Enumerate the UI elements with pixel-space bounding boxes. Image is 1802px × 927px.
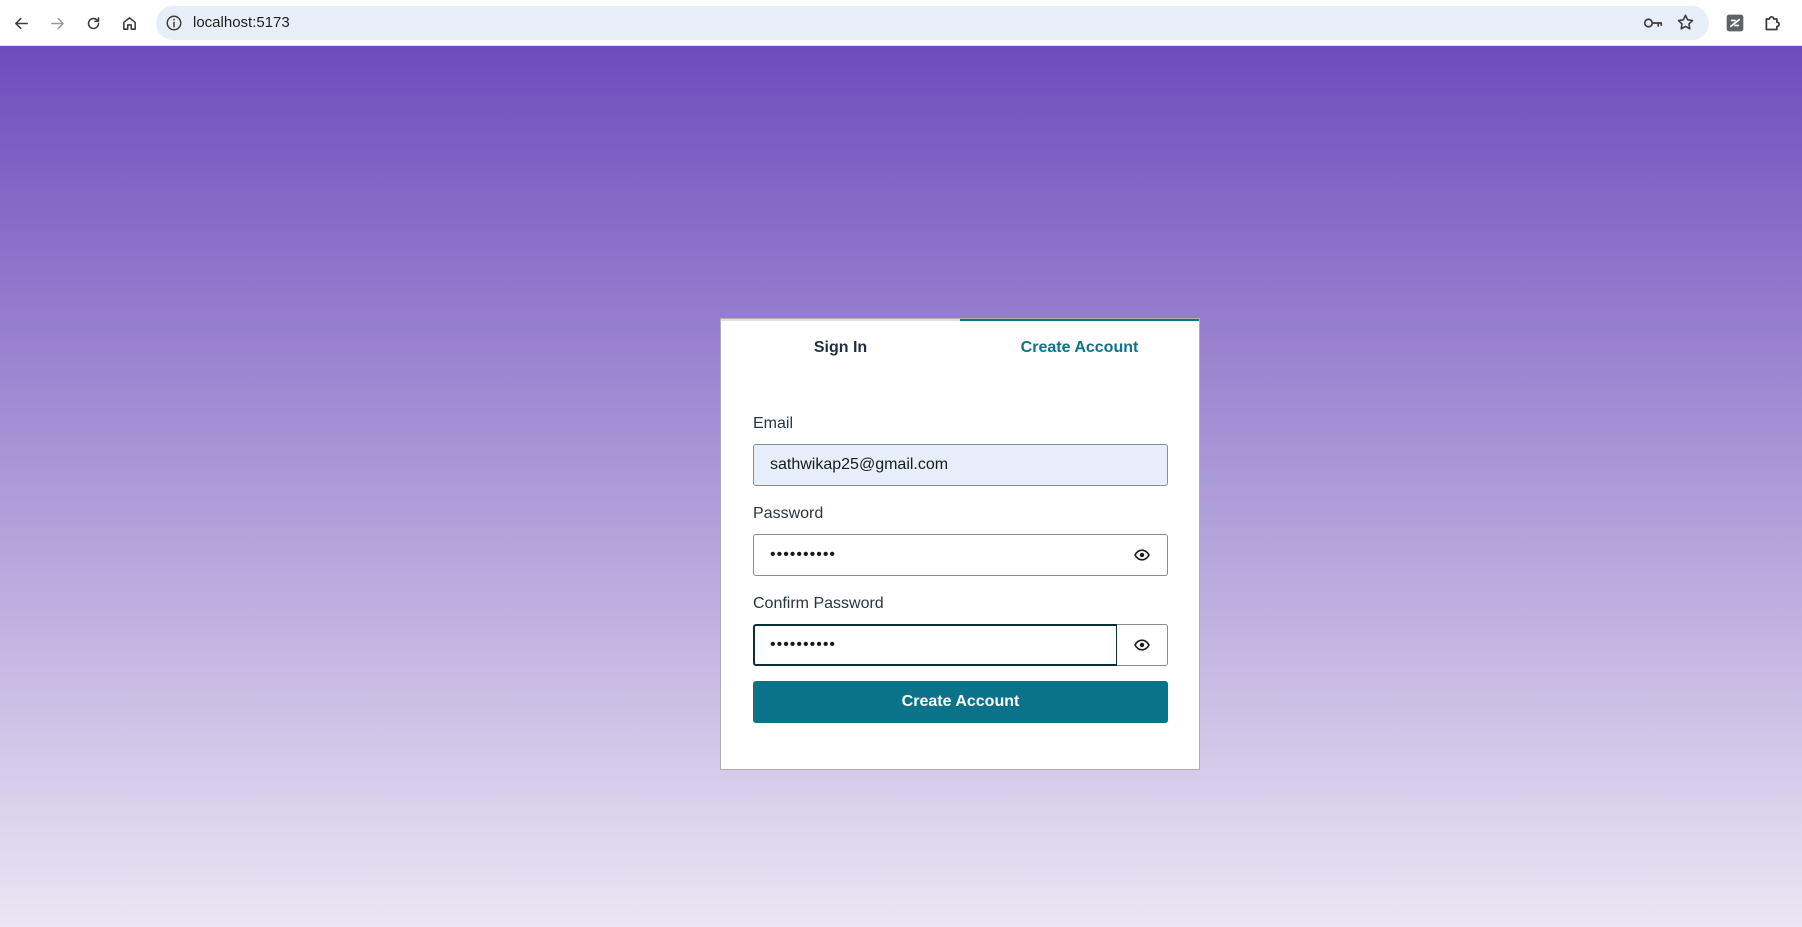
confirm-password-label: Confirm Password — [753, 595, 884, 612]
toggle-confirm-password-visibility-button[interactable] — [1117, 624, 1168, 666]
forward-button[interactable] — [43, 9, 71, 37]
home-icon — [122, 16, 136, 30]
browser-toolbar: localhost:5173 — [0, 0, 1802, 46]
auth-card: Sign In Create Account Email sathwikap25… — [720, 318, 1200, 770]
tab-create-account[interactable]: Create Account — [960, 319, 1199, 375]
tab-sign-in-label: Sign In — [813, 339, 868, 356]
page-background: Sign In Create Account Email sathwikap25… — [0, 46, 1802, 927]
password-label: Password — [753, 505, 824, 522]
toggle-password-visibility-button[interactable] — [1117, 534, 1168, 576]
key-icon[interactable] — [1643, 14, 1663, 32]
tab-sign-in[interactable]: Sign In — [721, 319, 960, 375]
back-button[interactable] — [7, 9, 35, 37]
email-label: Email — [753, 415, 794, 432]
home-button[interactable] — [115, 9, 143, 37]
url-text[interactable]: localhost:5173 — [193, 6, 290, 40]
info-icon[interactable] — [165, 14, 183, 32]
create-account-button-label: Create Account — [901, 693, 1020, 710]
puzzle-icon[interactable] — [1762, 12, 1783, 33]
arrow-right-icon — [50, 17, 64, 29]
star-icon[interactable] — [1676, 13, 1695, 32]
address-bar[interactable]: localhost:5173 — [156, 6, 1709, 40]
tab-create-account-label: Create Account — [1020, 339, 1139, 356]
eye-icon — [1134, 549, 1150, 561]
eye-icon — [1134, 639, 1150, 651]
create-account-button[interactable]: Create Account — [753, 681, 1168, 723]
auth-tabs: Sign In Create Account — [721, 319, 1199, 375]
password-field[interactable]: •••••••••• — [753, 534, 1118, 576]
reload-icon — [87, 16, 99, 29]
reload-button[interactable] — [79, 9, 107, 37]
email-field[interactable]: sathwikap25@gmail.com — [753, 444, 1168, 486]
confirm-password-field[interactable]: •••••••••• — [753, 624, 1118, 666]
arrow-left-icon — [14, 17, 28, 29]
extension-icon[interactable] — [1725, 13, 1745, 33]
